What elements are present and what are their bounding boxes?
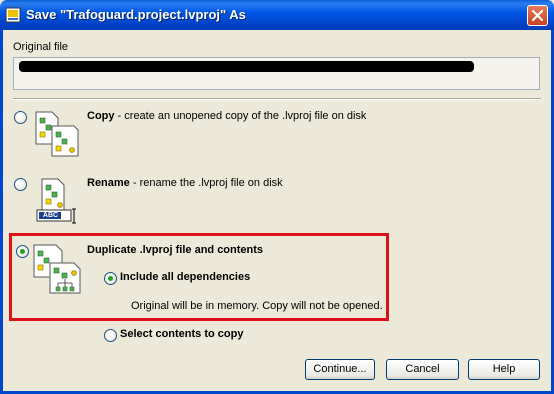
select-contents-label[interactable]: Select contents to copy: [120, 328, 243, 340]
rename-icon-text: ABC: [42, 212, 59, 219]
labview-app-icon: [5, 7, 21, 23]
divider: [13, 98, 541, 100]
copy-description: - create an unopened copy of the .lvproj…: [114, 110, 367, 122]
copy-title: Copy: [87, 110, 115, 122]
window-title: Save "Trafoguard.project.lvproj" As: [26, 7, 246, 22]
select-contents-radio[interactable]: [104, 329, 117, 342]
redacted-path: [19, 61, 474, 72]
cancel-button[interactable]: Cancel: [386, 359, 459, 380]
title-bar[interactable]: Save "Trafoguard.project.lvproj" As: [0, 0, 554, 30]
rename-project-icon: [36, 178, 76, 224]
close-icon: [531, 9, 544, 22]
copy-radio[interactable]: [14, 111, 27, 124]
help-button[interactable]: Help: [468, 359, 540, 380]
copy-option-label[interactable]: Copy - create an unopened copy of the .l…: [87, 110, 366, 122]
rename-title: Rename: [87, 177, 130, 189]
original-file-label: Original file: [13, 41, 69, 53]
close-button[interactable]: [527, 5, 548, 26]
rename-radio[interactable]: [14, 178, 27, 191]
rename-option-label[interactable]: Rename - rename the .lvproj file on disk: [87, 177, 283, 189]
continue-button[interactable]: Continue...: [305, 359, 375, 380]
copy-project-icon: [35, 111, 79, 157]
highlight-box: [9, 233, 389, 321]
rename-description: - rename the .lvproj file on disk: [129, 177, 283, 189]
